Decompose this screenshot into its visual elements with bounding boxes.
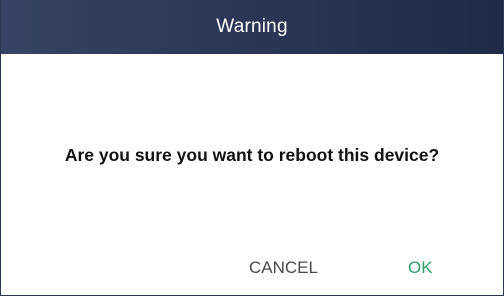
ok-button[interactable]: OK — [408, 258, 433, 278]
dialog-message: Are you sure you want to reboot this dev… — [64, 145, 440, 165]
dialog-title: Warning — [216, 16, 288, 37]
warning-dialog: Warning Are you sure you want to reboot … — [0, 0, 504, 296]
cancel-button[interactable]: CANCEL — [249, 258, 318, 278]
dialog-titlebar: Warning — [1, 0, 503, 54]
